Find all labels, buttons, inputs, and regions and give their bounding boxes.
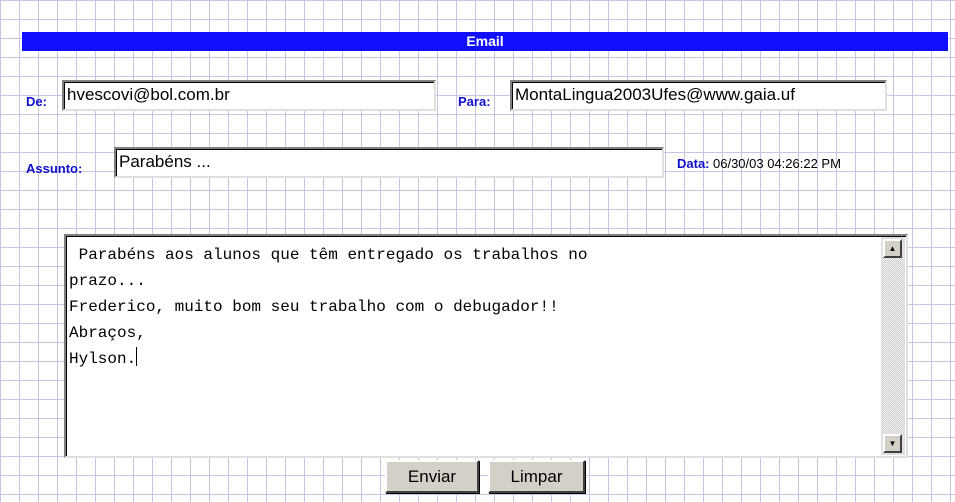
subject-label: Assunto: [26, 161, 83, 176]
message-scrollbar[interactable]: ▲ ▼ [881, 237, 905, 455]
message-line: Parabéns aos alunos que têm entregado os… [69, 246, 588, 264]
date-value: 06/30/03 04:26:22 PM [713, 156, 841, 171]
message-text: Parabéns aos alunos que têm entregado os… [69, 242, 878, 372]
scroll-down-icon[interactable]: ▼ [883, 434, 902, 453]
message-line: prazo... [69, 272, 146, 290]
date-label: Data: [677, 156, 710, 171]
from-field[interactable]: hvescovi@bol.com.br [62, 80, 436, 111]
message-textarea[interactable]: Parabéns aos alunos que têm entregado os… [64, 234, 908, 458]
text-cursor [136, 347, 138, 366]
message-line: Abraços, [69, 324, 146, 342]
clear-button[interactable]: Limpar [488, 460, 585, 493]
scroll-up-icon[interactable]: ▲ [883, 239, 902, 258]
send-button[interactable]: Enviar [385, 460, 479, 493]
message-line: Frederico, muito bom seu trabalho com o … [69, 298, 559, 316]
from-label: De: [26, 94, 47, 109]
email-header-bar: Email [22, 32, 948, 51]
header-title: Email [466, 33, 504, 49]
to-field[interactable]: MontaLingua2003Ufes@www.gaia.uf [510, 80, 887, 111]
to-label: Para: [458, 94, 491, 109]
message-line: Hylson. [69, 346, 878, 372]
subject-field[interactable]: Parabéns ... [114, 147, 664, 178]
